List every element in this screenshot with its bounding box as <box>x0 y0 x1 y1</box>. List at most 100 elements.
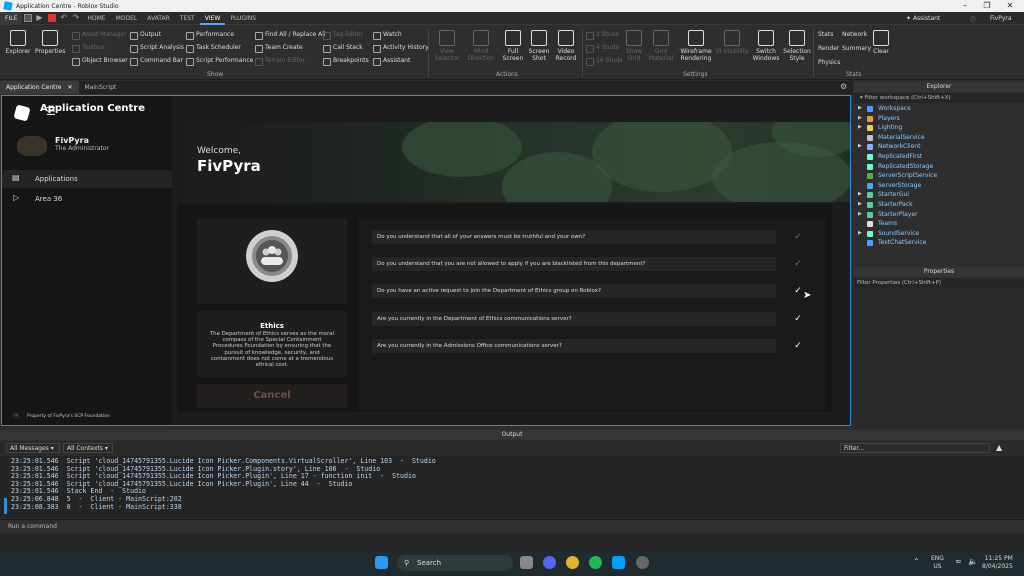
tab-test[interactable]: TEST <box>175 12 200 25</box>
render-button[interactable]: Render <box>818 45 839 52</box>
minimize-button[interactable]: – <box>954 0 976 12</box>
toolbox-button[interactable]: Toolbox <box>72 42 105 54</box>
tab-avatar[interactable]: AVATAR <box>142 12 175 25</box>
physics-button[interactable]: Physics <box>818 59 840 66</box>
switch-windows-button[interactable]: Switch Windows <box>750 28 782 62</box>
explorer-item-replicatedfirst[interactable]: ReplicatedFirst <box>856 152 1022 162</box>
explorer-button[interactable]: Explorer <box>3 28 33 55</box>
script-performance-button[interactable]: Script Performance <box>186 55 253 67</box>
output-search-input[interactable]: Filter... <box>840 443 990 453</box>
checkbox-question-2[interactable]: ✓ <box>790 257 806 271</box>
task-scheduler-button[interactable]: Task Scheduler <box>186 42 241 54</box>
terrain-editor-button[interactable]: Terrain Editor <box>255 55 305 67</box>
tab-view[interactable]: VIEW <box>199 12 226 25</box>
explorer-item-serverscriptservice[interactable]: ServerScriptService <box>856 171 1022 181</box>
video-record-button[interactable]: Video Record <box>551 28 581 62</box>
explorer-item-replicatedstorage[interactable]: ReplicatedStorage <box>856 162 1022 172</box>
properties-button[interactable]: Properties <box>35 28 65 55</box>
team-create-button[interactable]: Team Create <box>255 42 303 54</box>
expand-arrow-icon[interactable]: ▶ <box>858 229 862 239</box>
asset-manager-button[interactable]: Asset Manager <box>72 29 127 41</box>
explorer-filter-input[interactable]: ▾ Filter workspace (Ctrl+Shift+X) <box>854 93 1024 103</box>
nav-item-applications[interactable]: ▤ Applications <box>2 170 172 188</box>
find-replace-button[interactable]: Find All / Replace All <box>255 29 326 41</box>
expand-arrow-icon[interactable]: ▶ <box>858 210 862 220</box>
clear-output-icon[interactable]: ▲ <box>996 443 1002 452</box>
assistant-button[interactable]: ✦ Assistant <box>906 15 940 22</box>
explorer-item-materialservice[interactable]: MaterialService <box>856 133 1022 143</box>
breakpoints-button[interactable]: Breakpoints <box>323 55 369 67</box>
explorer-item-textchatservice[interactable]: TextChatService <box>856 238 1022 248</box>
checkbox-question-1[interactable]: ✓ <box>790 230 806 244</box>
tab-settings-icon[interactable]: ⚙ <box>840 82 847 91</box>
call-stack-button[interactable]: Call Stack <box>323 42 363 54</box>
studs-2-option[interactable]: 2 Studs <box>586 29 619 41</box>
ribbon-assistant-button[interactable]: Assistant <box>373 55 410 67</box>
explorer-item-starterplayer[interactable]: ▶ StarterPlayer <box>856 210 1022 220</box>
maximize-button[interactable]: ❐ <box>976 0 998 12</box>
windows-start-icon[interactable] <box>375 556 388 569</box>
screen-shot-button[interactable]: Screen Shot <box>524 28 554 62</box>
explorer-item-workspace[interactable]: ▶ Workspace <box>856 104 1022 114</box>
clock[interactable]: 11:25 PM 8/04/2025 <box>982 555 1013 571</box>
user-name[interactable]: FivPyra <box>990 15 1012 22</box>
close-icon[interactable]: ✕ <box>68 81 73 94</box>
grid-material-button[interactable]: Grid Material <box>646 28 676 62</box>
activity-history-button[interactable]: Activity History <box>373 42 429 54</box>
volume-icon[interactable]: 🔈 <box>968 557 978 566</box>
save-icon[interactable] <box>24 14 33 22</box>
roblox-icon[interactable] <box>13 104 31 122</box>
show-grid-button[interactable]: Show Grid <box>619 28 649 62</box>
checkbox-question-5[interactable]: ✓ <box>790 339 806 353</box>
taskbar-search[interactable]: ⚲ Search <box>397 555 513 571</box>
script-analysis-button[interactable]: Script Analysis <box>130 42 184 54</box>
command-bar-button[interactable]: Command Bar <box>130 55 183 67</box>
help-icon[interactable]: ⓘ <box>970 15 976 24</box>
explorer-item-startergui[interactable]: ▶ StarterGui <box>856 190 1022 200</box>
nav-item-area-36[interactable]: ▷ Area 36 <box>2 190 172 208</box>
stats-button[interactable]: Stats <box>818 31 833 38</box>
performance-button[interactable]: Performance <box>186 29 234 41</box>
spotify-icon[interactable] <box>589 556 602 569</box>
redo-icon[interactable]: ↷ <box>72 14 80 22</box>
language-indicator[interactable]: ENG US <box>931 555 944 571</box>
tab-mainscript[interactable]: MainScript <box>79 81 123 94</box>
explorer-item-starterpack[interactable]: ▶ StarterPack <box>856 200 1022 210</box>
tab-file[interactable]: FILE <box>0 11 23 25</box>
tab-application-centre[interactable]: Application Centre ✕ <box>0 81 79 94</box>
explorer-item-serverstorage[interactable]: ServerStorage <box>856 181 1022 191</box>
explorer-item-lighting[interactable]: ▶ Lighting <box>856 123 1022 133</box>
close-button[interactable]: ✕ <box>999 0 1021 12</box>
properties-filter-input[interactable]: Filter Properties (Ctrl+Shift+P) <box>854 278 1024 289</box>
undo-icon[interactable]: ↶ <box>60 14 68 22</box>
ui-visibility-button[interactable]: UI Visibility <box>715 28 749 55</box>
expand-arrow-icon[interactable]: ▶ <box>858 200 862 210</box>
roblox-studio-icon[interactable] <box>612 556 625 569</box>
watch-button[interactable]: Watch <box>373 29 402 41</box>
tag-editor-button[interactable]: Tag Editor <box>323 29 363 41</box>
expand-arrow-icon[interactable]: ▶ <box>858 142 862 152</box>
output-button[interactable]: Output <box>130 29 161 41</box>
messages-filter-dropdown[interactable]: All Messages ▾ <box>6 443 60 453</box>
tab-home[interactable]: HOME <box>82 12 110 25</box>
mind-direction-button[interactable]: Mind Direction <box>466 28 496 62</box>
object-browser-button[interactable]: Object Browser <box>72 55 128 67</box>
context-filter-dropdown[interactable]: All Contexts ▾ <box>63 443 113 453</box>
task-view-icon[interactable] <box>520 556 533 569</box>
studs-16-option[interactable]: 16 Studs <box>586 55 622 67</box>
wifi-icon[interactable]: ≈ <box>955 557 962 566</box>
explorer-item-networkclient[interactable]: ▶ NetworkClient <box>856 142 1022 152</box>
wireframe-rendering-button[interactable]: Wireframe Rendering <box>678 28 714 62</box>
explorer-item-soundservice[interactable]: ▶ SoundService <box>856 229 1022 239</box>
expand-arrow-icon[interactable]: ▶ <box>858 104 862 114</box>
clear-button[interactable]: Clear <box>866 28 896 55</box>
cancel-button[interactable]: Cancel <box>197 384 347 408</box>
game-viewport[interactable]: ☰ FivPyra The Administrator ▤ Applicatio… <box>1 95 851 426</box>
network-button[interactable]: Network <box>842 31 867 38</box>
tab-model[interactable]: MODEL <box>111 12 143 25</box>
selection-style-button[interactable]: Selection Style <box>782 28 812 62</box>
expand-arrow-icon[interactable]: ▶ <box>858 190 862 200</box>
view-selector-button[interactable]: View Selector <box>432 28 462 62</box>
stop-icon[interactable] <box>48 14 57 22</box>
tray-chevron-icon[interactable]: ⌃ <box>913 557 920 566</box>
